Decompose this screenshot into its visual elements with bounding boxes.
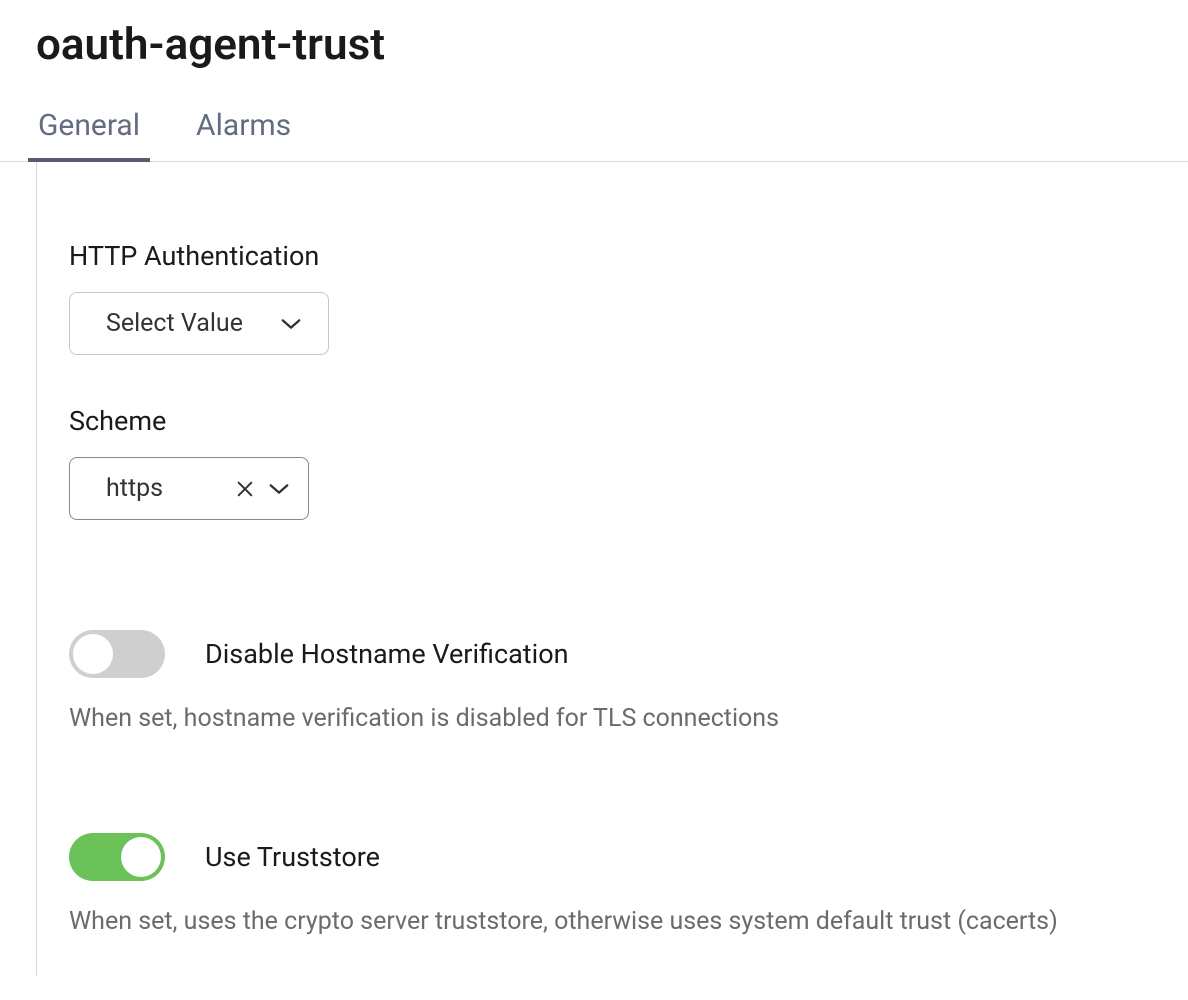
select-scheme[interactable]: https <box>69 457 309 520</box>
toggle-knob <box>121 837 161 877</box>
field-http-authentication: HTTP Authentication Select Value <box>69 240 1156 355</box>
tab-general[interactable]: General <box>36 94 142 161</box>
toggle-knob <box>73 634 113 674</box>
toggle-use-truststore[interactable] <box>69 833 165 881</box>
select-http-authentication[interactable]: Select Value <box>69 292 329 355</box>
field-label-scheme: Scheme <box>69 405 1156 437</box>
toggle-description-use-truststore: When set, uses the crypto server trustst… <box>69 907 1156 936</box>
tabs-bar: General Alarms <box>0 94 1188 162</box>
toggle-section-disable-hostname: Disable Hostname Verification When set, … <box>69 630 1156 733</box>
select-value-http-authentication: Select Value <box>106 309 243 338</box>
tab-alarms[interactable]: Alarms <box>194 94 293 161</box>
toggle-section-use-truststore: Use Truststore When set, uses the crypto… <box>69 833 1156 936</box>
chevron-down-icon <box>268 482 290 496</box>
page-title: oauth-agent-trust <box>0 0 1188 94</box>
chevron-down-icon <box>280 317 302 331</box>
toggle-label-use-truststore: Use Truststore <box>205 841 380 873</box>
toggle-label-disable-hostname: Disable Hostname Verification <box>205 638 569 670</box>
field-scheme: Scheme https <box>69 405 1156 520</box>
select-value-scheme: https <box>106 474 163 503</box>
toggle-description-disable-hostname: When set, hostname verification is disab… <box>69 704 1156 733</box>
toggle-disable-hostname-verification[interactable] <box>69 630 165 678</box>
clear-icon[interactable] <box>236 480 254 498</box>
tab-content: HTTP Authentication Select Value Scheme … <box>36 162 1188 976</box>
field-label-http-authentication: HTTP Authentication <box>69 240 1156 272</box>
